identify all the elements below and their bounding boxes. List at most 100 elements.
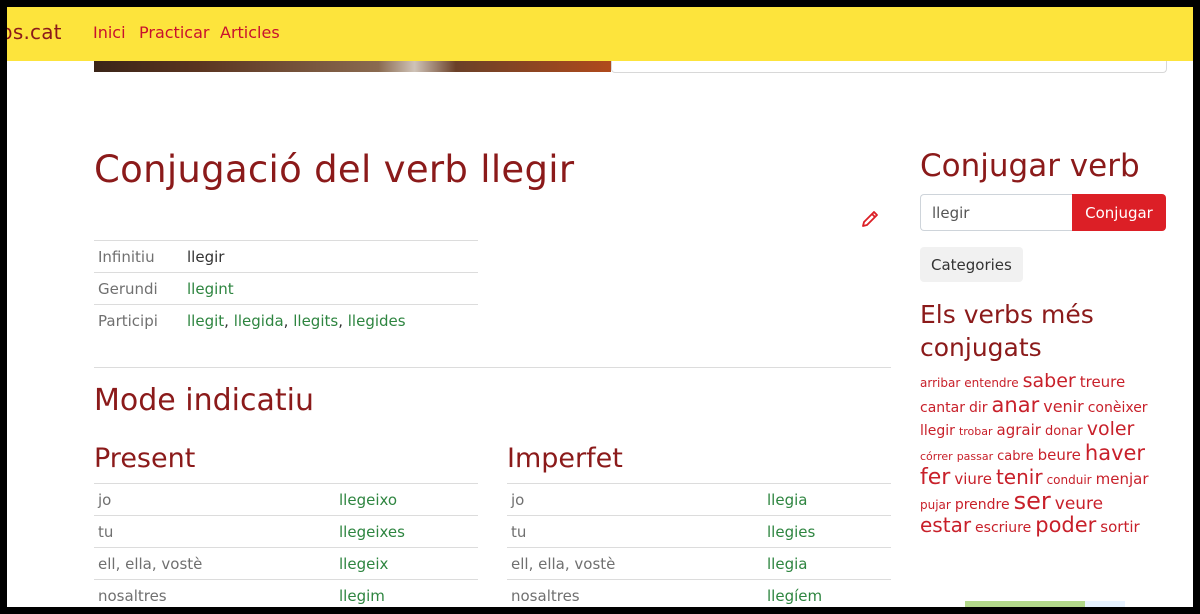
mode-indicatiu-heading: Mode indicatiu [94,383,314,418]
page-title: Conjugació del verb llegir [94,148,575,191]
table-row: nosaltres llegíem [507,579,891,607]
conjugation-cell[interactable]: llegeixes [339,515,478,548]
imperfet-heading: Imperfet [507,443,623,474]
tag-cloud-verb-venir[interactable]: venir [1043,397,1083,416]
pronoun-cell: jo [507,483,767,516]
tag-cloud-verb-pujar[interactable]: pujar [920,498,951,512]
tag-cloud-verb-trobar[interactable]: trobar [959,425,993,438]
table-row: Participi llegit, llegida, llegits, lleg… [94,304,478,337]
participi-link[interactable]: llegida [234,312,284,330]
conjugation-cell[interactable]: llegeix [339,547,478,580]
pronoun-cell: tu [507,515,767,548]
tag-cloud-verb-treure[interactable]: treure [1080,373,1126,391]
table-row: ell, ella, vostè llegia [507,547,891,580]
present-table: jo llegeixo tu llegeixes ell, ella, vostè l… [94,483,478,607]
conjugation-cell[interactable]: llegeixo [339,483,478,516]
table-row: nosaltres llegim [94,579,478,607]
tag-cloud-verb-prendre[interactable]: prendre [955,497,1010,513]
table-row: jo llegeixo [94,483,478,516]
tag-cloud-line: llegir trobar agrair donar voler [920,417,1170,441]
tag-cloud-verb-estar[interactable]: estar [920,513,971,537]
tag-cloud-line: pujar prendre ser veure [920,487,1170,515]
tag-cloud-verb-haver[interactable]: haver [1085,441,1145,465]
table-row: ell, ella, vostè llegeix [94,547,478,580]
tag-cloud-verb-viure[interactable]: viure [954,470,992,488]
tag-cloud-line: arribar entendre saber treure [920,369,1170,393]
imperfet-table: jo llegia tu llegies ell, ella, vostè llegi… [507,483,891,607]
nav-link-inici[interactable]: Inici [93,23,126,42]
table-row: Infinitiu llegir [94,240,478,273]
tag-cloud-verb-veure[interactable]: veure [1055,494,1103,514]
conjugar-button[interactable]: Conjugar [1072,194,1166,231]
tag-cloud-verb-sortir[interactable]: sortir [1100,518,1139,536]
participi-separator: , [283,311,289,330]
tag-cloud-line: córrer passar cabre beure haver [920,441,1170,465]
conjugation-cell[interactable]: llegíem [767,579,891,607]
pronoun-cell: nosaltres [94,579,339,607]
tag-cloud-verb-agrair[interactable]: agrair [997,421,1041,439]
tag-cloud-verb-arribar[interactable]: arribar [920,376,960,390]
tag-cloud-verb-cabre[interactable]: cabre [997,449,1033,464]
tag-cloud-verb-voler[interactable]: voler [1087,418,1135,440]
tag-cloud-verb-córrer[interactable]: córrer [920,450,953,463]
table-row: Gerundi llegint [94,272,478,305]
tag-cloud-verb-fer[interactable]: fer [920,465,950,490]
tag-cloud-verb-passar[interactable]: passar [957,450,993,463]
tag-cloud-verb-menjar[interactable]: menjar [1096,470,1149,488]
section-divider [94,367,891,368]
gerundi-value[interactable]: llegint [183,272,478,305]
tag-cloud-verb-saber[interactable]: saber [1023,370,1076,392]
tag-cloud-verb-ser[interactable]: ser [1014,487,1051,515]
conjugation-cell[interactable]: llegies [767,515,891,548]
tag-cloud-verb-donar[interactable]: donar [1045,424,1083,439]
tag-cloud-verb-llegir[interactable]: llegir [920,423,955,439]
categories-button[interactable]: Categories [920,247,1023,282]
hero-card [611,61,1167,73]
pronoun-cell: nosaltres [507,579,767,607]
tag-cloud-verb-conèixer[interactable]: conèixer [1088,400,1148,416]
tag-cloud-line: estar escriure poder sortir [920,513,1170,537]
tag-cloud-verb-conduir[interactable]: conduir [1047,473,1092,487]
nav-link-practicar[interactable]: Practicar [139,23,209,42]
sidebar-title: Conjugar verb [920,148,1140,184]
present-heading: Present [94,443,196,474]
nav-link-articles[interactable]: Articles [220,23,280,42]
tag-cloud-verb-poder[interactable]: poder [1035,513,1096,537]
infinitiu-label: Infinitiu [94,240,183,273]
participi-separator: , [224,311,229,330]
participi-link[interactable]: llegides [348,312,406,330]
pronoun-cell: ell, ella, vostè [94,547,339,580]
tag-cloud-verb-cantar[interactable]: cantar [920,400,965,416]
popular-verbs-heading: Els verbs més conjugats [920,300,1094,362]
verb-tag-cloud: arribar entendre saber treure cantar dir anar v… [920,369,1170,537]
tag-cloud-verb-escriure[interactable]: escriure [975,520,1031,536]
tag-cloud-verb-dir[interactable]: dir [969,400,988,416]
conjugation-cell[interactable]: llegim [339,579,478,607]
pronoun-cell: ell, ella, vostè [507,547,767,580]
gerundi-label: Gerundi [94,272,183,305]
conjugation-cell[interactable]: llegia [767,547,891,580]
verb-forms-table: Infinitiu llegir Gerundi llegint Partici… [94,240,478,337]
table-row: jo llegia [507,483,891,516]
participi-link[interactable]: llegits [293,312,338,330]
table-row: tu llegies [507,515,891,548]
infinitiu-value: llegir [183,240,478,273]
tag-cloud-verb-tenir[interactable]: tenir [996,465,1043,489]
tag-cloud-line: fer viure tenir conduir menjar [920,465,1170,490]
pencil-edit-icon[interactable] [860,209,880,229]
top-navbar: erbs.cat Inici Practicar Articles [7,7,1193,61]
verb-search-input[interactable] [920,194,1072,231]
participi-link[interactable]: llegit [187,312,224,330]
browser-viewport: erbs.cat Inici Practicar Articles Conjug… [7,7,1193,607]
tag-cloud-line: cantar dir anar venir conèixer [920,393,1170,417]
tag-cloud-verb-entendre[interactable]: entendre [964,376,1018,390]
hero-image [94,61,611,72]
pronoun-cell: tu [94,515,339,548]
tag-cloud-verb-beure[interactable]: beure [1038,446,1081,464]
participi-label: Participi [94,304,183,337]
ad-banner[interactable] [965,601,1125,607]
participi-separator: , [338,311,343,330]
brand-logo[interactable]: erbs.cat [7,20,62,44]
conjugation-cell[interactable]: llegia [767,483,891,516]
tag-cloud-verb-anar[interactable]: anar [992,393,1040,417]
